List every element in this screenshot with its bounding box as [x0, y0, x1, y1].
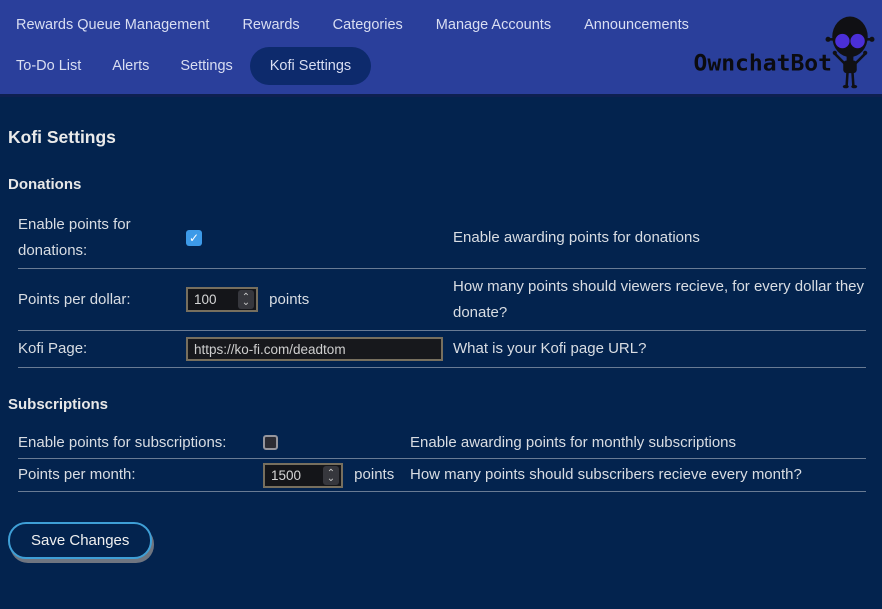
setting-label: Enable points for subscriptions:	[18, 427, 263, 459]
page-title: Kofi Settings	[8, 127, 866, 148]
points-per-month-input-box: ⌃ ⌄	[263, 463, 343, 488]
save-changes-button[interactable]: Save Changes	[8, 522, 152, 559]
nav-item-settings[interactable]: Settings	[180, 58, 232, 74]
setting-description: What is your Kofi page URL?	[453, 331, 866, 368]
points-suffix-label: points	[269, 291, 309, 308]
kofi-page-url-input[interactable]	[186, 337, 443, 361]
points-suffix-label: points	[354, 466, 394, 483]
subscriptions-settings-table: Enable points for subscriptions: Enable …	[18, 427, 866, 492]
setting-description: Enable awarding points for monthly subsc…	[410, 427, 866, 459]
setting-label: Kofi Page:	[18, 331, 186, 368]
donations-settings-table: Enable points for donations: ✓ Enable aw…	[18, 207, 866, 368]
nav-item-announcements[interactable]: Announcements	[584, 17, 689, 33]
setting-description: How many points should subscribers recie…	[410, 459, 866, 492]
spinner-down-icon[interactable]: ⌄	[327, 476, 335, 482]
points-per-month-input[interactable]	[265, 468, 321, 483]
table-row: Enable points for subscriptions: Enable …	[18, 427, 866, 459]
number-spinner[interactable]: ⌃ ⌄	[323, 466, 339, 485]
table-row: Kofi Page: What is your Kofi page URL?	[18, 331, 866, 368]
number-spinner[interactable]: ⌃ ⌄	[238, 290, 254, 309]
checkmark-icon: ✓	[189, 231, 199, 245]
donations-section-heading: Donations	[8, 176, 866, 193]
setting-description: Enable awarding points for donations	[453, 207, 866, 269]
setting-label: Points per month:	[18, 459, 263, 492]
kofi-settings-page: Kofi Settings Donations Enable points fo…	[0, 127, 882, 559]
top-nav: Rewards Queue Management Rewards Categor…	[0, 0, 882, 97]
table-row: Enable points for donations: ✓ Enable aw…	[18, 207, 866, 269]
subscriptions-section-heading: Subscriptions	[8, 396, 866, 413]
points-per-dollar-input[interactable]	[188, 292, 236, 307]
enable-subscriptions-checkbox[interactable]	[263, 435, 278, 450]
setting-label: Points per dollar:	[18, 269, 186, 331]
table-row: Points per dollar: ⌃ ⌄ points How many p…	[18, 269, 866, 331]
nav-item-rewards[interactable]: Rewards	[242, 17, 299, 33]
spinner-down-icon[interactable]: ⌄	[242, 300, 250, 306]
nav-item-manage-accounts[interactable]: Manage Accounts	[436, 17, 551, 33]
nav-item-todo-list[interactable]: To-Do List	[16, 58, 81, 74]
logo-wordmark: OwnchatBot	[694, 52, 832, 77]
points-per-dollar-input-box: ⌃ ⌄	[186, 287, 258, 312]
nav-item-categories[interactable]: Categories	[333, 17, 403, 33]
ownchatbot-logo: OwnchatBot	[694, 12, 876, 90]
table-row: Points per month: ⌃ ⌄ points How many po…	[18, 459, 866, 492]
setting-label: Enable points for donations:	[18, 207, 186, 269]
enable-donations-checkbox[interactable]: ✓	[186, 230, 202, 246]
nav-item-alerts[interactable]: Alerts	[112, 58, 149, 74]
nav-item-rewards-queue-management[interactable]: Rewards Queue Management	[16, 17, 209, 33]
nav-item-kofi-settings[interactable]: Kofi Settings	[250, 47, 371, 85]
setting-description: How many points should viewers recieve, …	[453, 269, 866, 331]
